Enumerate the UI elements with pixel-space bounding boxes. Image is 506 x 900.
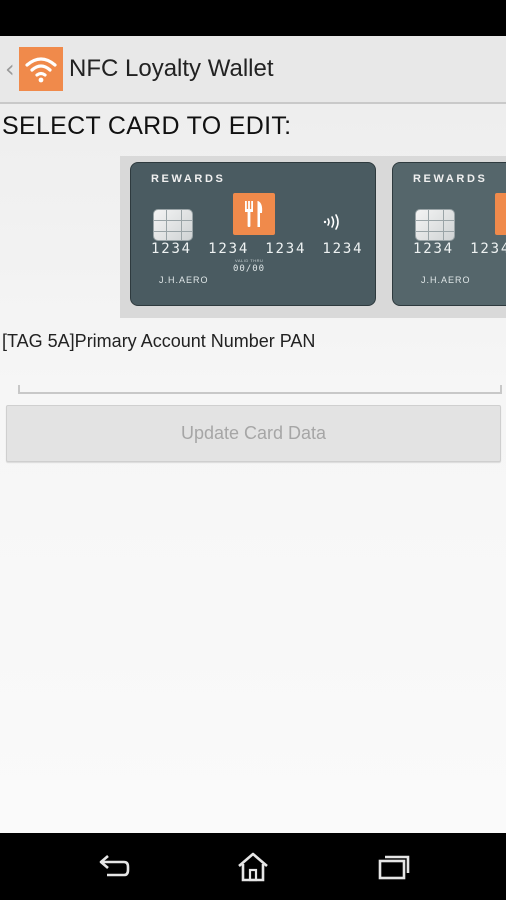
section-title: SELECT CARD TO EDIT: <box>2 112 292 140</box>
card-item[interactable]: REWARDS 1234 1234 J.H.AERO <box>382 156 506 318</box>
recents-icon[interactable] <box>374 851 414 883</box>
card-gallery[interactable]: REWARDS 1234 1234 1234 1234 VALID THRU 0… <box>120 156 506 318</box>
pan-input[interactable] <box>18 360 502 394</box>
navigation-bar <box>0 833 506 900</box>
update-card-data-button[interactable]: Update Card Data <box>6 405 501 462</box>
card-item-selected[interactable]: REWARDS 1234 1234 1234 1234 VALID THRU 0… <box>120 156 384 318</box>
card-label: REWARDS <box>413 173 488 185</box>
chevron-left-icon[interactable]: ‹ <box>5 56 17 82</box>
card-number: 1234 1234 <box>413 241 506 257</box>
contactless-icon <box>323 214 339 230</box>
fork-knife-icon <box>495 193 506 235</box>
card-label: REWARDS <box>151 173 226 185</box>
card-holder: J.H.AERO <box>159 275 209 285</box>
status-bar <box>0 0 506 36</box>
wifi-signal-icon[interactable] <box>19 47 63 91</box>
home-icon[interactable] <box>233 851 273 883</box>
card-holder: J.H.AERO <box>421 275 471 285</box>
chip-icon <box>415 209 455 241</box>
input-underline-edge <box>500 385 502 394</box>
loyalty-card[interactable]: REWARDS 1234 1234 1234 1234 VALID THRU 0… <box>130 162 376 306</box>
loyalty-card[interactable]: REWARDS 1234 1234 J.H.AERO <box>392 162 506 306</box>
input-underline-edge <box>18 385 20 394</box>
card-number: 1234 1234 1234 1234 <box>151 241 364 257</box>
fork-knife-icon <box>233 193 275 235</box>
chip-icon <box>153 209 193 241</box>
main-content: SELECT CARD TO EDIT: REWARDS 1234 1234 1… <box>0 104 506 833</box>
pan-field-label: [TAG 5A]Primary Account Number PAN <box>2 331 316 351</box>
card-expiry: 00/00 <box>233 264 266 274</box>
valid-thru-label: VALID THRU <box>235 258 264 263</box>
app-title: NFC Loyalty Wallet <box>69 55 274 82</box>
action-bar: ‹ NFC Loyalty Wallet <box>0 36 506 104</box>
back-icon[interactable] <box>94 851 134 883</box>
